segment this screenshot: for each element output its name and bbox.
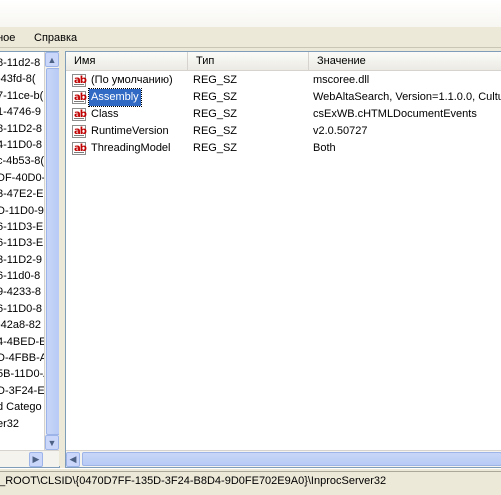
tree-item[interactable]: D-11D0-9: [0, 203, 45, 219]
tree-item[interactable]: 6-11d0-8: [0, 268, 45, 284]
tree-item[interactable]: DF-40D0-I: [0, 170, 45, 186]
value-data: v2.0.50727: [313, 125, 368, 137]
tree-horizontal-scrollbar[interactable]: ▶: [0, 450, 59, 467]
status-bar: 5_ROOT\CLSID\{0470D7FF-135D-3F24-B8D4-9D…: [0, 468, 501, 495]
tree-item[interactable]: D-4FBB-A: [0, 350, 45, 366]
value-data: mscoree.dll: [313, 74, 370, 86]
tree-scroll-thumb[interactable]: [46, 68, 59, 435]
column-header-value[interactable]: Значение: [309, 52, 501, 70]
tree-vertical-scrollbar[interactable]: ▲ ▼: [44, 52, 59, 450]
value-name: Assembly: [88, 88, 142, 107]
tree-item[interactable]: er32: [0, 416, 45, 432]
value-type: REG_SZ: [193, 108, 238, 120]
list-header: Имя Тип Значение: [66, 52, 501, 71]
tree-scroll-up-button[interactable]: ▲: [45, 52, 59, 67]
tree-item[interactable]: -42a8-82: [0, 317, 45, 333]
registry-tree-pane[interactable]: 8-11d2-8 -43fd-8(7-11ce-b(1-4746-9 8-11D2-…: [0, 51, 60, 468]
menu-bar: нное Справка: [0, 27, 501, 48]
tree-item[interactable]: 3-11D2-9: [0, 252, 45, 268]
value-name: (По умолчанию): [91, 74, 173, 86]
list-scroll-thumb[interactable]: [82, 452, 501, 466]
value-type: REG_SZ: [193, 91, 238, 103]
column-header-name[interactable]: Имя: [66, 52, 188, 70]
tree-item[interactable]: 9-4233-8: [0, 284, 45, 300]
string-value-icon: ab: [72, 142, 87, 155]
tree-item[interactable]: 4-4BED-E: [0, 334, 45, 350]
registry-tree[interactable]: 8-11d2-8 -43fd-8(7-11ce-b(1-4746-9 8-11D2-…: [0, 55, 45, 448]
value-type: REG_SZ: [193, 74, 238, 86]
list-row[interactable]: ab ThreadingModel REG_SZ Both: [66, 140, 501, 157]
status-path: 5_ROOT\CLSID\{0470D7FF-135D-3F24-B8D4-9D…: [0, 475, 387, 487]
tree-item[interactable]: -43fd-8(: [0, 71, 45, 87]
tree-scroll-down-button[interactable]: ▼: [45, 435, 59, 450]
tree-item[interactable]: [0, 432, 45, 448]
values-list-pane[interactable]: Имя Тип Значение ab (По умолчанию) REG_SZ m…: [65, 51, 501, 468]
tree-item[interactable]: 1-4746-9: [0, 104, 45, 120]
window-title-bar: [0, 0, 501, 27]
string-value-icon: ab: [72, 74, 87, 87]
value-type: REG_SZ: [193, 142, 238, 154]
tree-item[interactable]: d Catego: [0, 399, 45, 415]
list-row[interactable]: ab RuntimeVersion REG_SZ v2.0.50727: [66, 123, 501, 140]
column-header-type[interactable]: Тип: [188, 52, 309, 70]
value-type: REG_SZ: [193, 125, 238, 137]
tree-item[interactable]: 8-11D2-8: [0, 121, 45, 137]
list-row[interactable]: ab Class REG_SZ csExWB.cHTMLDocumentEvents: [66, 106, 501, 123]
values-list: ab (По умолчанию) REG_SZ mscoree.dll ab Assem…: [66, 72, 501, 157]
string-value-icon: ab: [72, 91, 87, 104]
tree-scroll-right-button[interactable]: ▶: [29, 452, 43, 467]
value-data: Both: [313, 142, 336, 154]
tree-item[interactable]: c-4b53-8(: [0, 153, 45, 169]
string-value-icon: ab: [72, 125, 87, 138]
list-scroll-left-button[interactable]: ◀: [66, 452, 80, 467]
menu-item-help[interactable]: Справка: [34, 31, 77, 45]
tree-item[interactable]: 7-11ce-b(: [0, 88, 45, 104]
tree-item[interactable]: D-3F24-E: [0, 383, 45, 399]
value-name: RuntimeVersion: [91, 125, 169, 137]
tree-item[interactable]: 4-11D0-8: [0, 137, 45, 153]
tree-item[interactable]: 6-11D3-E: [0, 219, 45, 235]
tree-item[interactable]: 6-11D0-8: [0, 301, 45, 317]
tree-item[interactable]: 6-11D3-E: [0, 235, 45, 251]
value-name: ThreadingModel: [91, 142, 171, 154]
list-row[interactable]: ab (По умолчанию) REG_SZ mscoree.dll: [66, 72, 501, 89]
tree-item[interactable]: 5B-11D0-A: [0, 366, 45, 382]
tree-item[interactable]: 3-47E2-E: [0, 186, 45, 202]
value-name: Class: [91, 108, 119, 120]
value-data: csExWB.cHTMLDocumentEvents: [313, 108, 477, 120]
string-value-icon: ab: [72, 108, 87, 121]
list-horizontal-scrollbar[interactable]: ◀: [66, 450, 501, 467]
list-row[interactable]: ab Assembly REG_SZ WebAltaSearch, Version=1…: [66, 88, 501, 107]
value-data: WebAltaSearch, Version=1.1.0.0, Cultu: [313, 91, 501, 103]
tree-item[interactable]: 8-11d2-8: [0, 55, 45, 71]
menu-item-view[interactable]: нное: [0, 31, 15, 45]
